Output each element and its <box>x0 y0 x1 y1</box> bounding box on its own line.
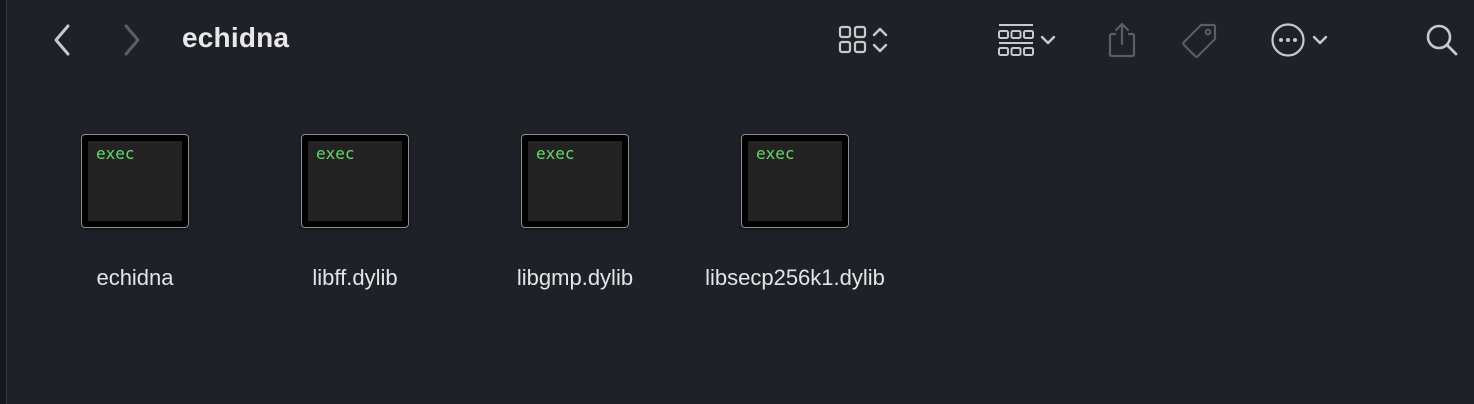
exec-label: exec <box>536 144 575 163</box>
exec-label: exec <box>96 144 135 163</box>
file-name: libff.dylib <box>312 265 398 290</box>
executable-file-icon: exec <box>81 134 189 228</box>
search-button[interactable] <box>1420 20 1464 60</box>
exec-label: exec <box>316 144 355 163</box>
group-by-button[interactable] <box>986 20 1066 60</box>
file-name: libsecp256k1.dylib <box>705 265 885 290</box>
executable-file-icon: exec <box>741 134 849 228</box>
file-item[interactable]: exec libsecp256k1.dylib <box>685 134 905 294</box>
tags-button[interactable] <box>1176 18 1222 62</box>
group-by-icon <box>998 24 1034 56</box>
chevron-down-icon <box>1040 35 1056 45</box>
view-mode-button[interactable] <box>824 20 900 60</box>
share-icon <box>1108 22 1136 58</box>
file-name: echidna <box>96 265 174 290</box>
search-icon <box>1426 24 1458 56</box>
exec-label: exec <box>756 144 795 163</box>
chevron-right-icon <box>124 24 140 56</box>
file-name: libgmp.dylib <box>516 265 634 290</box>
forward-button[interactable] <box>114 22 150 58</box>
file-item[interactable]: exec libff.dylib <box>245 134 465 294</box>
chevron-down-icon <box>1312 35 1328 45</box>
ellipsis-circle-icon <box>1271 23 1305 57</box>
share-button[interactable] <box>1100 18 1144 62</box>
file-item[interactable]: exec echidna <box>25 134 245 294</box>
chevron-left-icon <box>54 24 70 56</box>
chevron-up-down-icon <box>872 27 888 53</box>
back-button[interactable] <box>44 22 80 58</box>
grid-view-icon <box>838 25 867 54</box>
executable-file-icon: exec <box>521 134 629 228</box>
window-title: echidna <box>182 22 290 53</box>
tag-icon <box>1182 23 1217 58</box>
file-item[interactable]: exec libgmp.dylib <box>465 134 685 294</box>
executable-file-icon: exec <box>301 134 409 228</box>
toolbar: echidna <box>0 0 1474 80</box>
file-grid: exec echidna exec libff.dylib exec libgm… <box>0 80 1474 404</box>
more-actions-button[interactable] <box>1262 20 1338 60</box>
